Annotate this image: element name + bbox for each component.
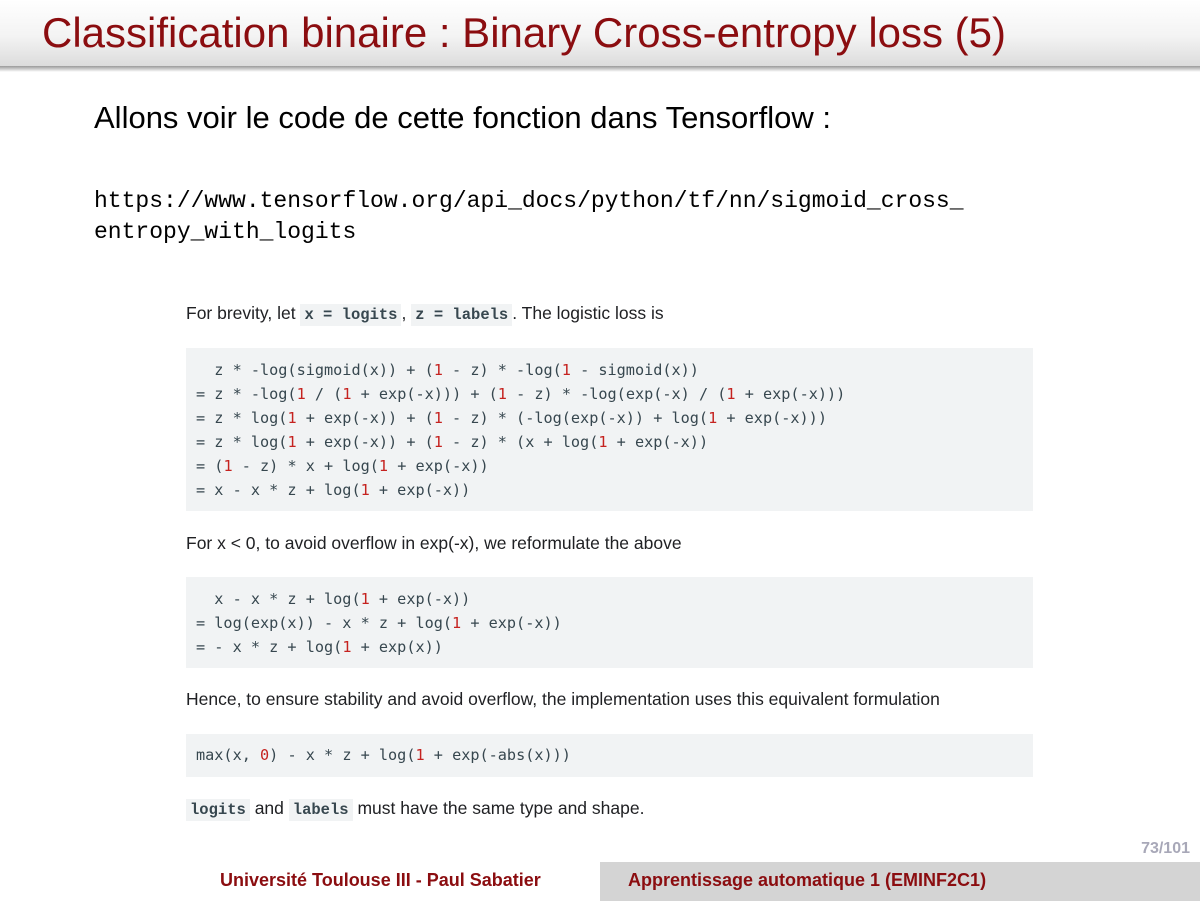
code-text: = - x * z + log( <box>196 638 343 656</box>
type-shape-suffix: must have the same type and shape. <box>357 798 645 818</box>
footer: Université Toulouse III - Paul Sabatier … <box>0 862 1200 901</box>
code-number: 1 <box>497 385 507 403</box>
code-number: 1 <box>433 409 443 427</box>
code-number: 1 <box>287 433 297 451</box>
page-number: 73/101 <box>1141 840 1190 857</box>
inline-code-labels: labels <box>288 799 353 821</box>
code-text: = z * -log( <box>196 385 297 403</box>
code-number: 1 <box>433 361 443 379</box>
title-bar-shadow <box>0 66 1200 72</box>
code-text: z * -log(sigmoid(x)) + ( <box>196 361 434 379</box>
code-line: = z * log(1 + exp(-x)) + (1 - z) * (x + … <box>196 430 708 454</box>
code-text: / ( <box>305 385 343 403</box>
inline-code-logits: logits <box>186 799 250 821</box>
doc-paragraph-type-shape: logits and labels must have the same typ… <box>186 798 645 821</box>
footer-right-panel: Apprentissage automatique 1 (EMINF2C1) <box>600 862 1200 901</box>
code-line: max(x, 0) - x * z + log(1 + exp(-abs(x))… <box>196 743 571 767</box>
doc-paragraph-overflow: For x < 0, to avoid overflow in exp(-x),… <box>186 533 682 553</box>
code-text: + exp(-x))) <box>717 409 827 427</box>
code-line: = z * log(1 + exp(-x)) + (1 - z) * (-log… <box>196 406 827 430</box>
code-text: = ( <box>196 457 224 475</box>
code-text: + exp(-x)) + ( <box>296 409 434 427</box>
code-text: - z) * (x + log( <box>442 433 599 451</box>
code-text: - z) * (-log(exp(-x)) + log( <box>442 409 709 427</box>
code-number: 1 <box>287 409 297 427</box>
inline-code-z-labels: z = labels <box>411 304 513 326</box>
code-line: = x - x * z + log(1 + exp(-x)) <box>196 478 470 502</box>
code-number: 1 <box>561 361 571 379</box>
code-number: 1 <box>360 590 370 608</box>
brevity-prefix: For brevity, let <box>186 303 296 323</box>
code-text: ) - x * z + log( <box>269 746 416 764</box>
code-number: 1 <box>360 481 370 499</box>
slide-title: Classification binaire : Binary Cross-en… <box>42 9 1007 56</box>
brevity-suffix: . The logistic loss is <box>512 303 664 323</box>
code-text: - sigmoid(x)) <box>570 361 699 379</box>
code-text: = x - x * z + log( <box>196 481 361 499</box>
inline-code-x-logits: x = logits <box>300 304 402 326</box>
doc-paragraph-brevity: For brevity, let x = logits, z = labels.… <box>186 303 664 326</box>
code-text: + exp(-x)) <box>369 590 471 608</box>
code-number: 1 <box>452 614 462 632</box>
code-number: 1 <box>726 385 736 403</box>
code-text: + exp(-x)) <box>369 481 471 499</box>
code-number: 1 <box>415 746 425 764</box>
code-line: = z * -log(1 / (1 + exp(-x))) + (1 - z) … <box>196 382 845 406</box>
code-number: 1 <box>378 457 389 475</box>
footer-left-panel: Université Toulouse III - Paul Sabatier <box>0 862 600 901</box>
doc-paragraph-stability: Hence, to ensure stability and avoid ove… <box>186 689 940 709</box>
type-shape-mid: and <box>254 798 284 818</box>
code-text: = z * log( <box>196 433 288 451</box>
code-text: + exp(-x)) + ( <box>296 433 434 451</box>
code-number: 1 <box>708 409 718 427</box>
code-number: 1 <box>433 433 443 451</box>
code-text: - z) * x + log( <box>232 457 379 475</box>
code-text: - z) * -log( <box>442 361 562 379</box>
code-text: + exp(-abs(x))) <box>424 746 571 764</box>
code-line: x - x * z + log(1 + exp(-x)) <box>196 587 470 611</box>
code-text: + exp(x)) <box>351 638 443 656</box>
code-text: + exp(-x))) <box>735 385 846 403</box>
code-line: = log(exp(x)) - x * z + log(1 + exp(-x)) <box>196 611 562 635</box>
code-number: 0 <box>260 746 270 764</box>
brevity-separator: , <box>401 303 407 323</box>
code-text: - z) * -log(exp(-x) / ( <box>506 385 727 403</box>
code-text: + exp(-x)) <box>461 614 562 632</box>
code-block-logistic-loss: z * -log(sigmoid(x)) + (1 - z) * -log(1 … <box>186 348 1033 511</box>
code-text: + exp(-x)) <box>388 457 489 475</box>
code-block-reformulation: x - x * z + log(1 + exp(-x)) = log(exp(x)… <box>186 577 1033 668</box>
code-text: max(x, <box>196 746 261 764</box>
code-text: + exp(-x)) <box>607 433 709 451</box>
footer-university: Université Toulouse III - Paul Sabatier <box>220 870 541 890</box>
code-text: = z * log( <box>196 409 288 427</box>
documentation-screenshot: For brevity, let x = logits, z = labels.… <box>170 290 1034 838</box>
intro-text: Allons voir le code de cette fonction da… <box>94 100 831 135</box>
footer-course: Apprentissage automatique 1 (EMINF2C1) <box>628 870 987 890</box>
code-number: 1 <box>598 433 608 451</box>
code-block-final-formula: max(x, 0) - x * z + log(1 + exp(-abs(x))… <box>186 734 1033 777</box>
code-number: 1 <box>223 457 233 475</box>
code-line: = - x * z + log(1 + exp(x)) <box>196 635 443 659</box>
tensorflow-url: https://www.tensorflow.org/api_docs/pyth… <box>94 186 964 248</box>
code-text: = log(exp(x)) - x * z + log( <box>196 614 453 632</box>
code-text: + exp(-x))) + ( <box>351 385 498 403</box>
code-line: = (1 - z) * x + log(1 + exp(-x)) <box>196 454 489 478</box>
code-number: 1 <box>296 385 306 403</box>
url-line-2: entropy_with_logits <box>94 219 357 245</box>
url-line-1: https://www.tensorflow.org/api_docs/pyth… <box>94 188 964 214</box>
code-text: x - x * z + log( <box>196 590 361 608</box>
code-line: z * -log(sigmoid(x)) + (1 - z) * -log(1 … <box>196 358 699 382</box>
